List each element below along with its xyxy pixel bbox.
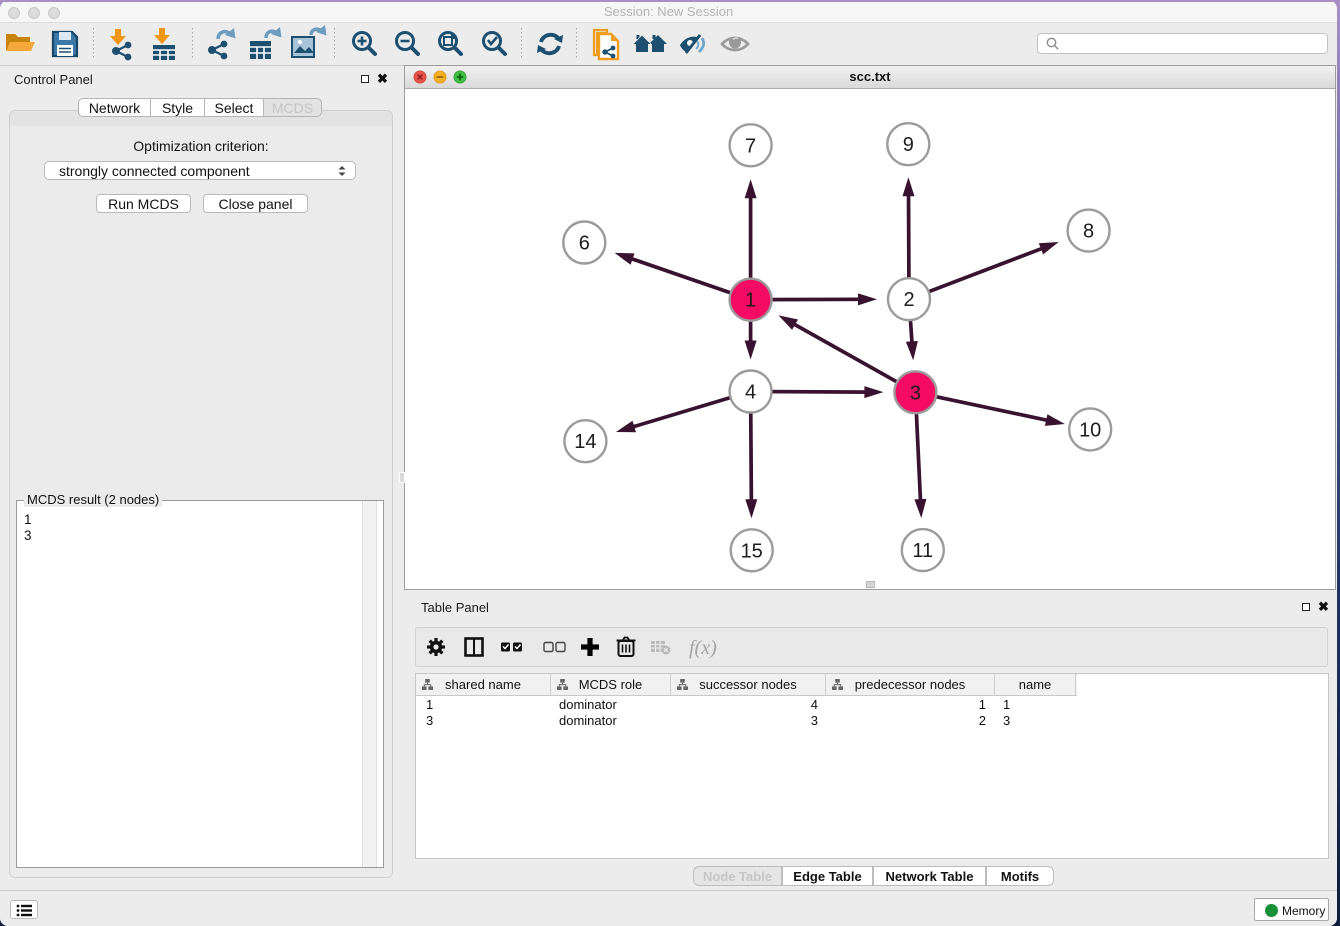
svg-text:9: 9 <box>903 134 914 156</box>
svg-text:4: 4 <box>745 382 756 404</box>
svg-text:10: 10 <box>1079 419 1101 441</box>
svg-text:14: 14 <box>574 431 596 453</box>
svg-text:6: 6 <box>579 233 590 255</box>
svg-text:15: 15 <box>741 540 763 562</box>
svg-text:2: 2 <box>903 289 914 311</box>
svg-text:8: 8 <box>1083 221 1094 243</box>
svg-text:7: 7 <box>745 135 756 157</box>
svg-text:3: 3 <box>910 382 921 404</box>
svg-text:1: 1 <box>745 290 756 312</box>
svg-text:11: 11 <box>912 540 933 562</box>
svg-text:f(x): f(x) <box>689 637 717 659</box>
